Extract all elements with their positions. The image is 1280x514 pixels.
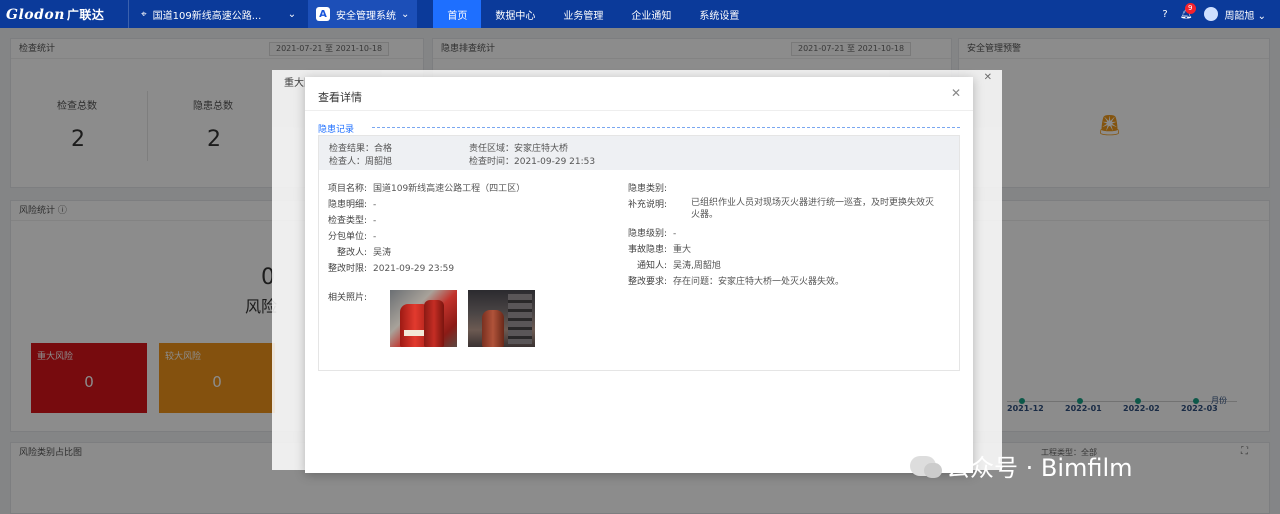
chevron-down-icon[interactable]: ⌄ bbox=[284, 9, 300, 20]
field-note: 补充说明: bbox=[627, 200, 667, 210]
watermark: 公众号 · Bimfilm bbox=[910, 448, 1133, 483]
field-notify: 通知人: 吴涛,周韶旭 bbox=[636, 261, 721, 271]
location-icon: ⌖ bbox=[141, 8, 147, 20]
inspection-time: 检查时间：2021-09-29 21:53 bbox=[469, 157, 596, 167]
project-selector[interactable]: ⌖ 国道109新线高速公路... bbox=[128, 0, 284, 28]
field-photos: 相关照片: bbox=[327, 293, 367, 303]
field-project: 项目名称: 国道109新线高速公路工程（四工区） bbox=[327, 184, 526, 194]
logo[interactable]: Glodon 广联达 bbox=[0, 6, 128, 23]
hazard-record: 检查结果：合格 检查人：周韶旭 责任区域：安家庄特大桥 检查时间：2021-09… bbox=[318, 135, 960, 371]
help-icon[interactable]: ? bbox=[1162, 9, 1167, 20]
field-category: 隐患类别: bbox=[627, 184, 667, 194]
nav-data-center[interactable]: 数据中心 bbox=[481, 0, 549, 28]
section-divider bbox=[372, 127, 960, 128]
hazard-photo[interactable] bbox=[390, 290, 457, 347]
inspector: 检查人：周韶旭 bbox=[329, 157, 393, 167]
field-deadline: 整改时限: 2021-09-29 23:59 bbox=[327, 264, 455, 274]
chevron-down-icon: ⌄ bbox=[401, 8, 410, 20]
main-nav: 首页 数据中心 业务管理 企业通知 系统设置 bbox=[433, 0, 753, 28]
close-icon[interactable]: ✕ bbox=[951, 86, 961, 100]
field-level: 隐患级别: - bbox=[627, 229, 677, 239]
detail-modal: 查看详情 ✕ 隐患记录 检查结果：合格 检查人：周韶旭 责任区域：安家庄特大桥 … bbox=[305, 77, 973, 473]
close-icon[interactable]: ✕ bbox=[984, 72, 992, 83]
field-requirement: 整改要求: 存在问题：安家庄特大桥一处灭火器失效。 bbox=[627, 277, 845, 287]
field-accident: 事故隐患: 重大 bbox=[627, 245, 692, 255]
note-value: 已组织作业人员对现场灭火器进行统一巡查，及时更换失效灭火器。 bbox=[691, 198, 935, 220]
notification-badge: 9 bbox=[1184, 2, 1196, 14]
wechat-icon bbox=[910, 455, 942, 478]
top-bar: Glodon 广联达 ⌖ 国道109新线高速公路... ⌄ A 安全管理系统 ⌄ … bbox=[0, 0, 1280, 28]
avatar[interactable] bbox=[1204, 7, 1219, 21]
modal-title: 查看详情 bbox=[318, 91, 362, 104]
record-header: 检查结果：合格 检查人：周韶旭 责任区域：安家庄特大桥 检查时间：2021-09… bbox=[319, 136, 959, 170]
field-rectifier: 整改人: 吴涛 bbox=[336, 248, 392, 258]
nav-home[interactable]: 首页 bbox=[433, 0, 482, 28]
divider bbox=[305, 110, 973, 111]
nav-settings[interactable]: 系统设置 bbox=[685, 0, 753, 28]
field-check-type: 检查类型: - bbox=[327, 216, 377, 226]
nav-notice[interactable]: 企业通知 bbox=[617, 0, 685, 28]
field-subcontractor: 分包单位: - bbox=[327, 232, 377, 242]
app-icon: A bbox=[316, 7, 330, 21]
hazard-photo[interactable] bbox=[468, 290, 535, 347]
inspection-result: 检查结果：合格 bbox=[329, 144, 393, 154]
field-detail: 隐患明细: - bbox=[327, 200, 377, 210]
project-name: 国道109新线高速公路... bbox=[152, 10, 262, 22]
bell-icon[interactable]: 🔔︎ 9 bbox=[1180, 2, 1196, 20]
section-title: 隐患记录 bbox=[318, 125, 355, 135]
user-menu[interactable]: 周韶旭 ⌄ bbox=[1224, 7, 1266, 22]
system-selector[interactable]: A 安全管理系统 ⌄ bbox=[308, 0, 418, 28]
responsible-area: 责任区域：安家庄特大桥 bbox=[469, 144, 569, 154]
nav-business[interactable]: 业务管理 bbox=[549, 0, 617, 28]
